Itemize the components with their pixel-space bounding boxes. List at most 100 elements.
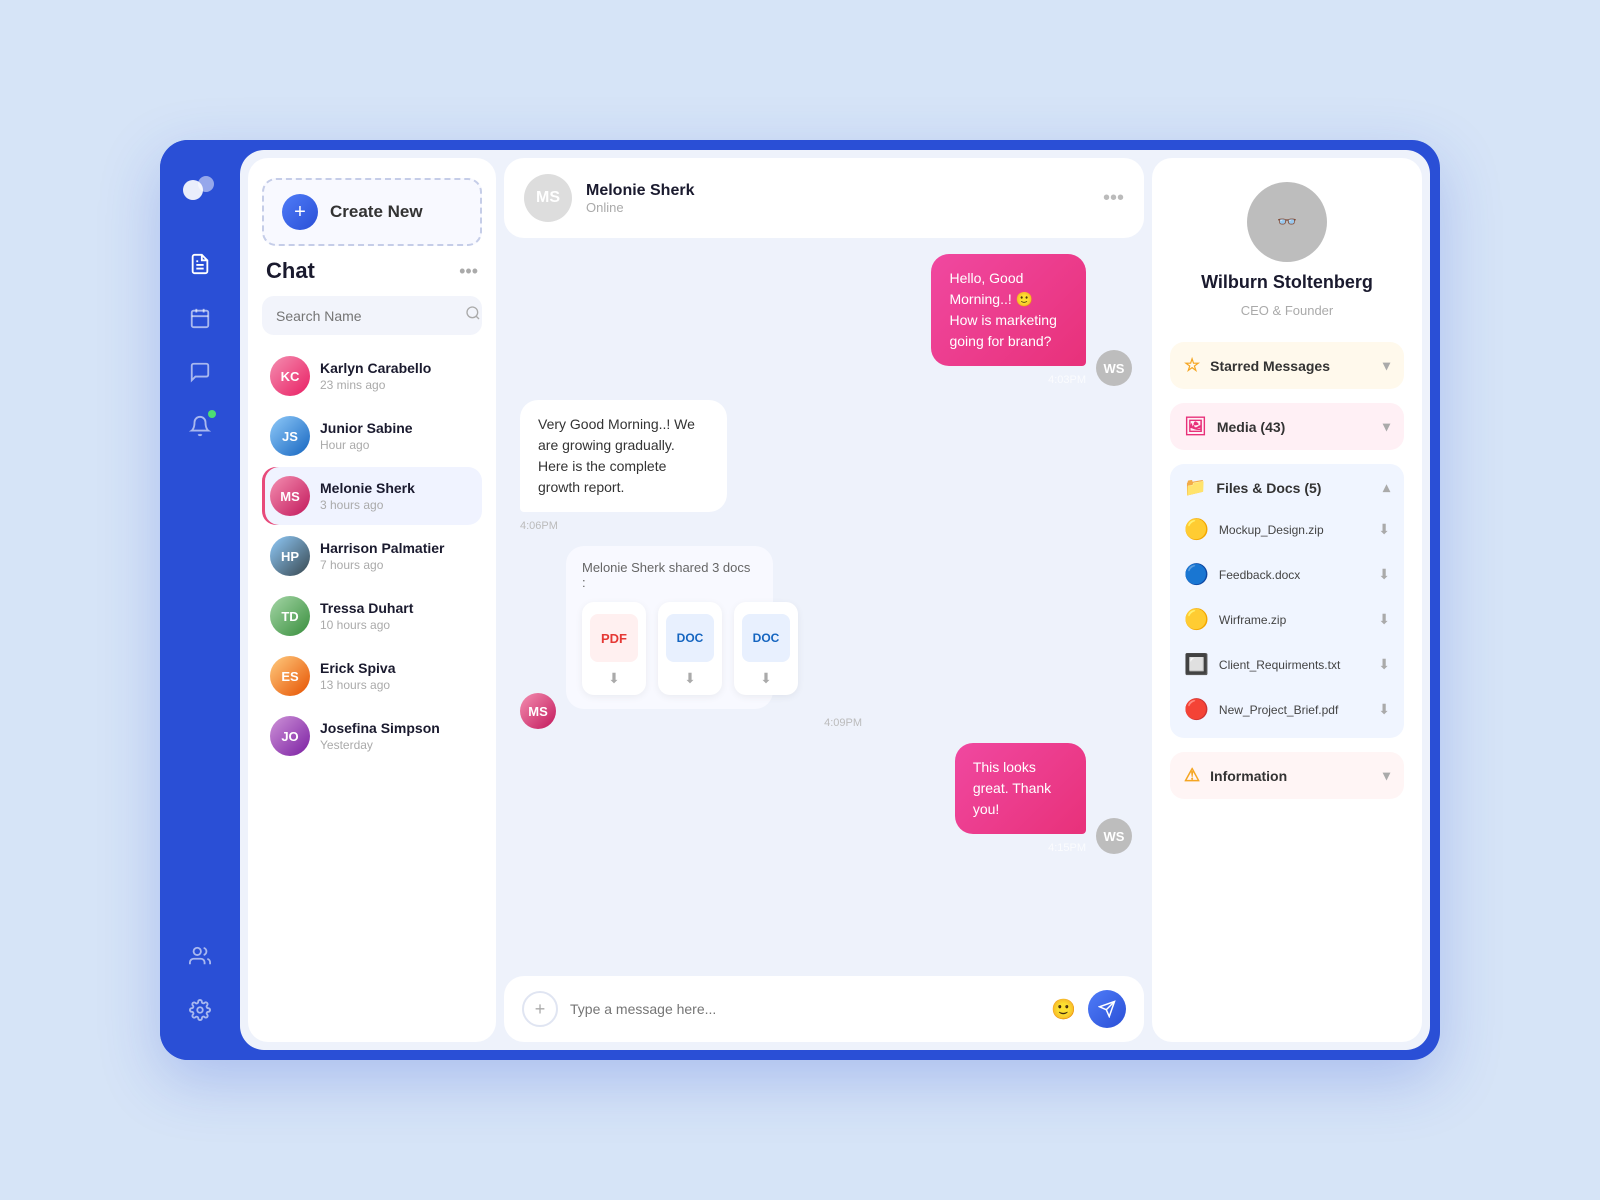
sender-avatar: WS <box>1096 818 1132 854</box>
doc-card-pdf: PDF ⬇ <box>582 602 646 695</box>
sidebar-item-chat[interactable] <box>178 350 222 394</box>
doc1-download-icon[interactable]: ⬇ <box>684 670 696 687</box>
sidebar-item-document[interactable] <box>178 242 222 286</box>
contact-avatar: ES <box>270 656 310 696</box>
app-logo <box>178 168 222 212</box>
file-download-icon[interactable]: ⬇ <box>1378 611 1390 628</box>
sidebar <box>160 140 240 1060</box>
file-download-icon[interactable]: ⬇ <box>1378 656 1390 673</box>
profile-section: 👓 Wilburn Stoltenberg CEO & Founder <box>1170 182 1404 328</box>
chat-options-icon[interactable]: ••• <box>1103 187 1124 210</box>
contact-item[interactable]: ES Erick Spiva 13 hours ago <box>262 647 482 705</box>
file-name: New_Project_Brief.pdf <box>1219 703 1368 717</box>
starred-chevron-icon: ▾ <box>1383 357 1390 374</box>
chat-panel: MS Melonie Sherk Online ••• Hello, Good … <box>504 150 1152 1050</box>
app-container: + Create New Chat ••• KC Karlyn Carabell… <box>160 140 1440 1060</box>
contact-info: Melonie Sherk 3 hours ago <box>320 480 474 512</box>
sidebar-item-settings[interactable] <box>178 988 222 1032</box>
docs-message-row: MS Melonie Sherk shared 3 docs : PDF ⬇ <box>520 546 1132 729</box>
files-icon: 📁 <box>1184 477 1206 498</box>
contact-info: Josefina Simpson Yesterday <box>320 720 474 752</box>
file-item: 🔵 Feedback.docx ⬇ <box>1176 556 1398 593</box>
message-bubble: Hello, Good Morning..! 🙂How is marketing… <box>931 254 1086 366</box>
chat-contact-name: Melonie Sherk <box>586 182 1089 200</box>
starred-messages-accordion[interactable]: ☆ Starred Messages ▾ <box>1170 342 1404 389</box>
information-label: Information <box>1210 768 1373 784</box>
search-box[interactable] <box>262 296 482 335</box>
contact-avatar: KC <box>270 356 310 396</box>
contact-time: 7 hours ago <box>320 558 474 572</box>
contact-item[interactable]: KC Karlyn Carabello 23 mins ago <box>262 347 482 405</box>
file-download-icon[interactable]: ⬇ <box>1378 701 1390 718</box>
contact-item[interactable]: MS Melonie Sherk 3 hours ago <box>262 467 482 525</box>
message-row: This looks great. Thank you! 4:15PM WS <box>520 743 1132 854</box>
sidebar-item-notifications[interactable] <box>178 404 222 448</box>
contact-item[interactable]: JS Junior Sabine Hour ago <box>262 407 482 465</box>
chat-section-header: Chat ••• <box>262 258 482 284</box>
pdf-download-icon[interactable]: ⬇ <box>608 670 620 687</box>
notification-dot <box>208 410 216 418</box>
file-name: Client_Requirments.txt <box>1219 658 1368 672</box>
chat-input-area: + 🙂 <box>504 976 1144 1042</box>
search-icon <box>465 305 481 326</box>
file-download-icon[interactable]: ⬇ <box>1378 566 1390 583</box>
contact-info: Karlyn Carabello 23 mins ago <box>320 360 474 392</box>
send-button[interactable] <box>1088 990 1126 1028</box>
message-time: 4:06PM <box>520 520 558 532</box>
contact-avatar: MS <box>270 476 310 516</box>
contact-name: Harrison Palmatier <box>320 540 474 556</box>
message-time: 4:03PM <box>1048 374 1086 386</box>
files-accordion: 📁 Files & Docs (5) ▴ 🟡 Mockup_Design.zip… <box>1170 464 1404 738</box>
chat-panel-header: MS Melonie Sherk Online ••• <box>504 158 1144 238</box>
sender-avatar: MS <box>520 693 556 729</box>
chat-contact-info: Melonie Sherk Online <box>586 182 1089 215</box>
message-row: Very Good Morning..! We are growing grad… <box>520 400 1132 532</box>
contact-item[interactable]: JO Josefina Simpson Yesterday <box>262 707 482 765</box>
media-accordion[interactable]: 🖼 Media (43) ▾ <box>1170 403 1404 450</box>
right-panel: 👓 Wilburn Stoltenberg CEO & Founder ☆ St… <box>1152 158 1422 1042</box>
media-chevron-icon: ▾ <box>1383 418 1390 435</box>
file-item: 🟡 Mockup_Design.zip ⬇ <box>1176 511 1398 548</box>
message-time: 4:15PM <box>1048 842 1086 854</box>
sidebar-item-groups[interactable] <box>178 934 222 978</box>
star-icon: ☆ <box>1184 355 1200 376</box>
media-header[interactable]: 🖼 Media (43) ▾ <box>1170 403 1404 450</box>
contact-time: 23 mins ago <box>320 378 474 392</box>
information-accordion[interactable]: ⚠ Information ▾ <box>1170 752 1404 799</box>
starred-messages-header[interactable]: ☆ Starred Messages ▾ <box>1170 342 1404 389</box>
search-input[interactable] <box>276 308 457 324</box>
file-type-icon: 🔴 <box>1184 697 1209 722</box>
sidebar-item-calendar[interactable] <box>178 296 222 340</box>
docs-message-time: 4:09PM <box>566 717 862 729</box>
attach-button[interactable]: + <box>522 991 558 1027</box>
contact-time: Yesterday <box>320 738 474 752</box>
contact-item[interactable]: TD Tressa Duhart 10 hours ago <box>262 587 482 645</box>
docs-bubble: Melonie Sherk shared 3 docs : PDF ⬇ <box>566 546 773 709</box>
contact-name: Tressa Duhart <box>320 600 474 616</box>
contact-list: KC Karlyn Carabello 23 mins ago JS Junio… <box>262 347 482 1022</box>
starred-messages-label: Starred Messages <box>1210 358 1373 374</box>
chat-contact-status: Online <box>586 200 1089 215</box>
message-input[interactable] <box>570 1001 1039 1017</box>
file-item: 🟡 Wirframe.zip ⬇ <box>1176 601 1398 638</box>
file-download-icon[interactable]: ⬇ <box>1378 521 1390 538</box>
chat-title: Chat <box>266 258 315 284</box>
sender-avatar: WS <box>1096 350 1132 386</box>
chat-more-icon[interactable]: ••• <box>459 261 478 282</box>
message-bubble: This looks great. Thank you! <box>955 743 1086 834</box>
docs-grid: PDF ⬇ DOC ⬇ <box>582 602 757 695</box>
create-new-button[interactable]: + Create New <box>262 178 482 246</box>
profile-avatar: 👓 <box>1247 182 1327 262</box>
information-header[interactable]: ⚠ Information ▾ <box>1170 752 1404 799</box>
contact-item[interactable]: HP Harrison Palmatier 7 hours ago <box>262 527 482 585</box>
contact-avatar: HP <box>270 536 310 576</box>
files-list: 🟡 Mockup_Design.zip ⬇ 🔵 Feedback.docx ⬇ … <box>1170 511 1404 738</box>
docs-label: Melonie Sherk shared 3 docs : <box>582 560 757 590</box>
file-name: Feedback.docx <box>1219 568 1368 582</box>
contact-time: 3 hours ago <box>320 498 474 512</box>
emoji-button[interactable]: 🙂 <box>1051 997 1076 1022</box>
doc2-download-icon[interactable]: ⬇ <box>760 670 772 687</box>
profile-name: Wilburn Stoltenberg <box>1201 272 1373 293</box>
files-header[interactable]: 📁 Files & Docs (5) ▴ <box>1170 464 1404 511</box>
doc-card-1: DOC ⬇ <box>658 602 722 695</box>
